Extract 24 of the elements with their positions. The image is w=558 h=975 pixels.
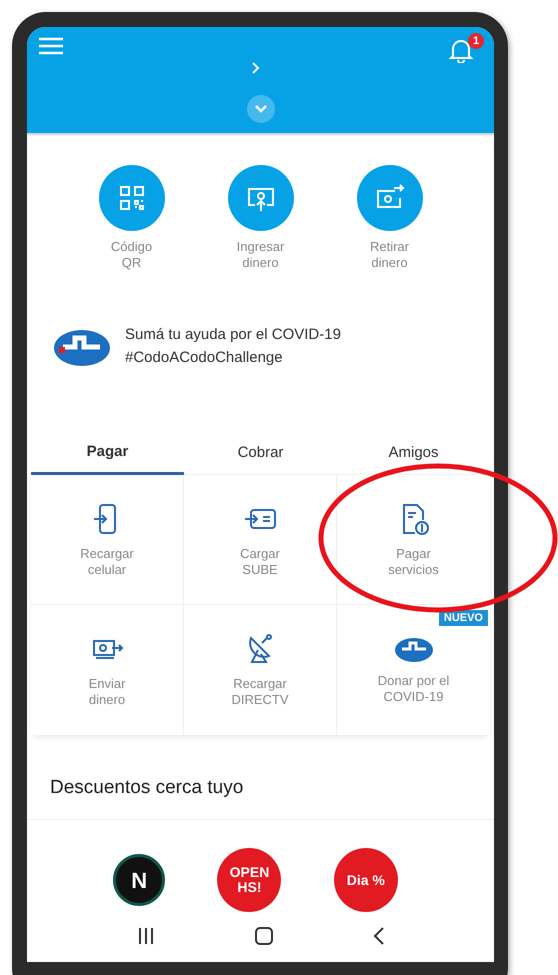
service-tile[interactable]: Cargar SUBE xyxy=(184,475,337,605)
menu-icon[interactable] xyxy=(39,37,63,55)
promo-text[interactable]: Sumá tu ayuda por el COVID-19 #CodoACodoChallenge xyxy=(125,323,341,369)
expand-button[interactable] xyxy=(246,95,274,123)
back-icon[interactable] xyxy=(372,926,385,946)
section-title: Descuentos cerca tuyo xyxy=(50,777,244,798)
service-tile[interactable]: Enviar dinero xyxy=(31,605,184,735)
action-label: Ingresar dinero xyxy=(236,239,284,271)
charity-logo-icon xyxy=(394,635,434,663)
action-label: Código QR xyxy=(110,239,152,271)
store-logo[interactable]: OPEN HS! xyxy=(217,848,282,912)
service-tile[interactable]: Pagar servicios xyxy=(337,475,490,605)
chevron-right-icon[interactable] xyxy=(250,61,260,75)
service-tile[interactable]: Recargar celular xyxy=(31,475,184,605)
bell-icon[interactable] xyxy=(448,37,474,63)
service-tile[interactable]: NUEVO Donar por el COVID-19 xyxy=(337,605,490,735)
new-badge: NUEVO xyxy=(438,610,488,626)
service-tile[interactable]: Recargar DIRECTV xyxy=(184,605,337,735)
notification-badge: 1 xyxy=(468,33,484,49)
store-logo[interactable]: Dia % xyxy=(334,848,398,912)
chevron-down-icon xyxy=(254,104,268,114)
action-label: Retirar dinero xyxy=(370,239,409,271)
home-icon[interactable] xyxy=(254,926,274,946)
store-logo[interactable]: N xyxy=(113,854,166,906)
